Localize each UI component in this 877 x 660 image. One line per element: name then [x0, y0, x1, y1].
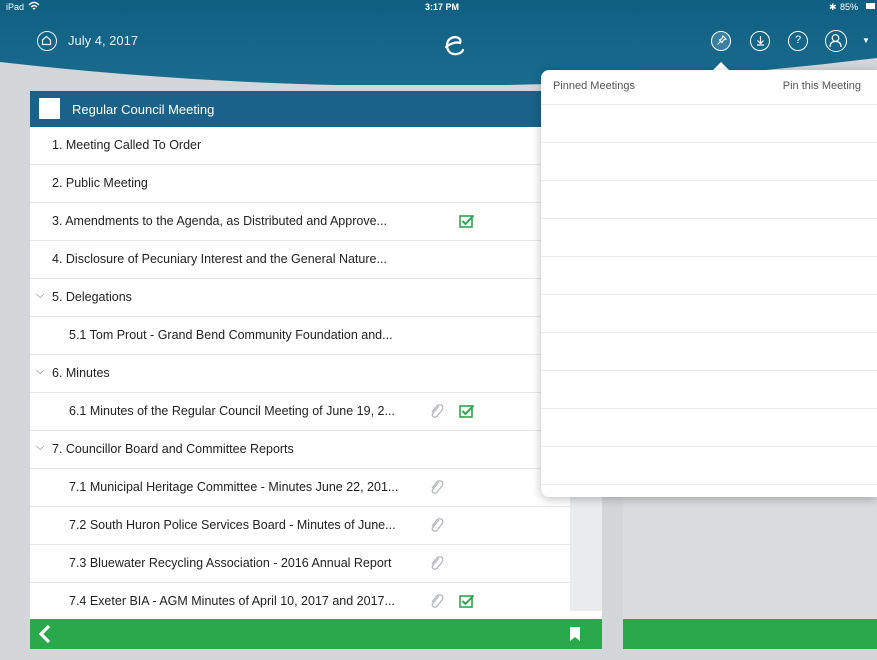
agenda-subitem[interactable]: 6.1 Minutes of the Regular Council Meeti…: [30, 393, 570, 431]
select-all-checkbox[interactable]: [39, 98, 60, 119]
divider: [541, 294, 877, 295]
agenda-item[interactable]: 2. Public Meeting: [30, 165, 570, 203]
attachment-icon[interactable]: [428, 516, 444, 534]
user-icon[interactable]: [825, 30, 847, 52]
agenda-subitem[interactable]: 5.1 Tom Prout - Grand Bend Community Fou…: [30, 317, 570, 355]
device-label: iPad: [6, 2, 25, 12]
agenda-item-label: 1. Meeting Called To Order: [52, 138, 202, 152]
agenda-item-label: 7.4 Exeter BIA - AGM Minutes of April 10…: [69, 594, 395, 608]
divider: [541, 218, 877, 219]
agenda-item-label: 6.1 Minutes of the Regular Council Meeti…: [69, 404, 395, 418]
agenda-section-label: 7. Councillor Board and Committee Report…: [52, 442, 294, 456]
agenda-item-label: 7.1 Municipal Heritage Committee - Minut…: [69, 480, 399, 494]
divider: [541, 408, 877, 409]
agenda-subitem[interactable]: 7.1 Municipal Heritage Committee - Minut…: [30, 469, 570, 507]
attachment-icon[interactable]: [428, 554, 444, 572]
agenda-item-label: 4. Disclosure of Pecuniary Interest and …: [52, 252, 387, 266]
detail-panel: [623, 497, 877, 619]
agenda-item-label: 7.3 Bluewater Recycling Association - 20…: [69, 556, 392, 570]
attachment-icon[interactable]: [428, 592, 444, 610]
agenda-header: Regular Council Meeting: [30, 91, 602, 127]
chevron-down-icon[interactable]: ⌵: [36, 289, 44, 302]
battery-icon: [866, 3, 875, 9]
agenda-subitem[interactable]: 7.4 Exeter BIA - AGM Minutes of April 10…: [30, 583, 570, 621]
agenda-footer-bar: [30, 619, 602, 649]
detail-footer-bar: [623, 619, 877, 649]
agenda-item-label: 5.1 Tom Prout - Grand Bend Community Fou…: [69, 328, 393, 342]
agenda-title: Regular Council Meeting: [72, 102, 215, 117]
battery-percent: 85%: [840, 2, 859, 12]
agenda-item[interactable]: 1. Meeting Called To Order: [30, 127, 570, 165]
checkbox-checked-icon[interactable]: [459, 404, 475, 418]
agenda-item-label: 7.2 South Huron Police Services Board - …: [69, 518, 396, 532]
divider: [541, 104, 877, 105]
chevron-down-icon[interactable]: ⌵: [36, 441, 44, 454]
agenda-section-label: 5. Delegations: [52, 290, 132, 304]
agenda-item-label: 2. Public Meeting: [52, 176, 148, 190]
divider: [541, 180, 877, 181]
bluetooth-icon: ✱: [829, 2, 837, 12]
agenda-item[interactable]: 4. Disclosure of Pecuniary Interest and …: [30, 241, 570, 279]
agenda-subitem[interactable]: 7.2 South Huron Police Services Board - …: [30, 507, 570, 545]
pin-this-meeting-button[interactable]: Pin this Meeting: [783, 80, 861, 92]
meeting-date: July 4, 2017: [68, 33, 139, 48]
agenda-item-label: 3. Amendments to the Agenda, as Distribu…: [52, 214, 387, 228]
pin-icon[interactable]: [711, 31, 731, 51]
chevron-down-icon[interactable]: ⌵: [36, 365, 44, 378]
tab-pinned-meetings[interactable]: Pinned Meetings: [553, 80, 635, 92]
divider: [541, 256, 877, 257]
divider: [541, 484, 877, 485]
attachment-icon[interactable]: [428, 478, 444, 496]
back-arrow-icon[interactable]: [36, 623, 54, 645]
agenda-subitem[interactable]: 7.3 Bluewater Recycling Association - 20…: [30, 545, 570, 583]
divider: [541, 370, 877, 371]
checkbox-checked-icon[interactable]: [459, 214, 475, 228]
divider: [541, 142, 877, 143]
status-time: 3:17 PM: [425, 2, 460, 12]
pin-popover: Pinned Meetings Pin this Meeting: [541, 70, 877, 497]
agenda-section[interactable]: ⌵ 7. Councillor Board and Committee Repo…: [30, 431, 570, 469]
agenda-section[interactable]: ⌵ 5. Delegations: [30, 279, 570, 317]
agenda-section-label: 6. Minutes: [52, 366, 110, 380]
agenda-panel: Regular Council Meeting 1. Meeting Calle…: [30, 91, 602, 648]
agenda-item[interactable]: 3. Amendments to the Agenda, as Distribu…: [30, 203, 570, 241]
chevron-down-icon[interactable]: ▼: [862, 36, 870, 45]
wifi-icon: [28, 1, 40, 13]
help-icon[interactable]: ?: [788, 31, 808, 51]
checkbox-checked-icon[interactable]: [459, 594, 475, 608]
agenda-section[interactable]: ⌵ 6. Minutes: [30, 355, 570, 393]
bookmark-icon[interactable]: [569, 627, 581, 641]
home-icon[interactable]: [37, 31, 57, 51]
logo-icon: [444, 35, 465, 56]
attachment-icon[interactable]: [428, 402, 444, 420]
divider: [541, 332, 877, 333]
divider: [541, 446, 877, 447]
download-icon[interactable]: [750, 31, 770, 51]
